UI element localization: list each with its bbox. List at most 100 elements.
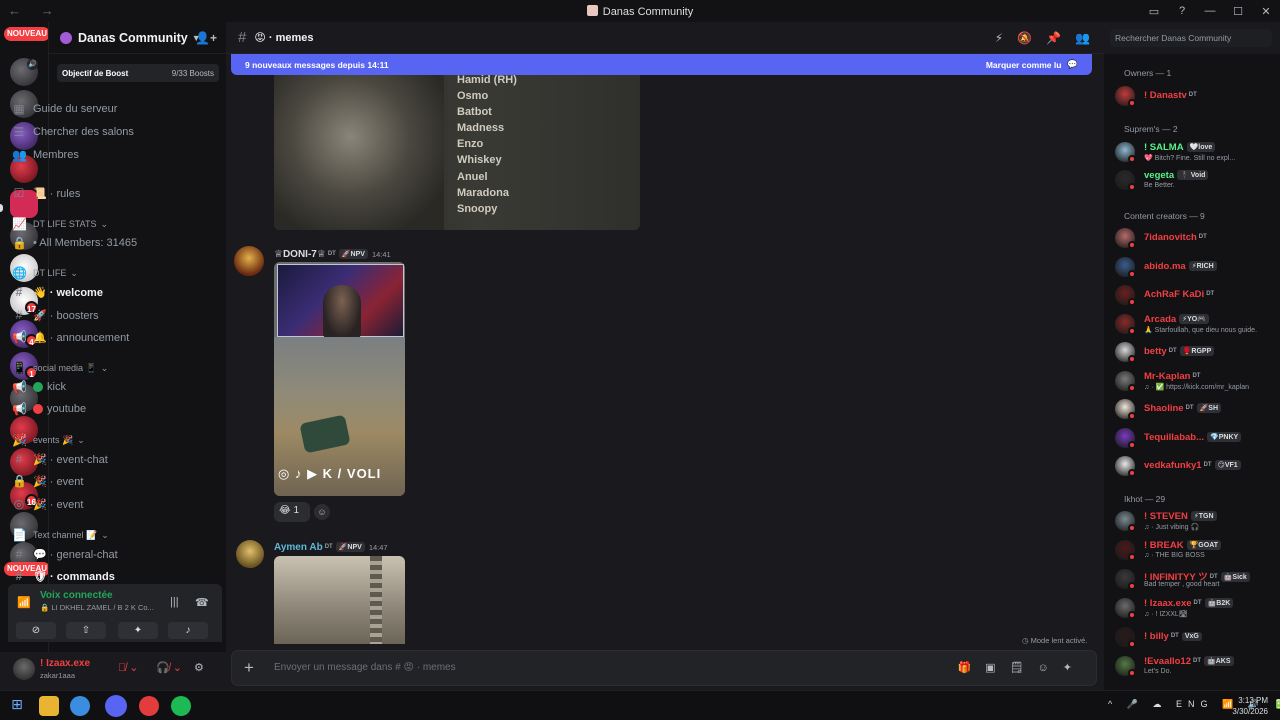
- voice-status[interactable]: Voix connectée: [40, 590, 113, 601]
- member-name[interactable]: ! STEVEN: [1144, 511, 1188, 522]
- member-row[interactable]: Mr-Kaplan DT ♫ · ✅ https://kick.com/mr_kap…: [1113, 369, 1275, 393]
- server-tag[interactable]: 🥊RGPP: [1179, 346, 1215, 356]
- category-stats[interactable]: 📈 DT LIFE STATS ⌄: [12, 214, 108, 234]
- server-tag[interactable]: 🤖AKS: [1204, 656, 1234, 666]
- member-name[interactable]: ! BREAK: [1144, 540, 1184, 551]
- activities-button[interactable]: ✦: [118, 622, 158, 639]
- message-author[interactable]: ♕DONI-7♕: [274, 249, 326, 260]
- invite-icon[interactable]: 👤+: [195, 31, 217, 45]
- message-composer[interactable]: + Envoyer un message dans # 😡 · memes 🎁▣…: [231, 650, 1097, 686]
- avatar[interactable]: [13, 658, 35, 680]
- category-life[interactable]: 🌐 DT LIFE ⌄: [12, 263, 78, 283]
- server-tag[interactable]: 🤖B2K: [1204, 598, 1234, 608]
- inbox-icon[interactable]: ▭: [1140, 5, 1168, 18]
- member-name[interactable]: betty: [1144, 346, 1167, 357]
- member-row[interactable]: vedkafunky1 DT 😏VF1: [1113, 454, 1275, 478]
- server-guide-item[interactable]: ▦ Guide du serveur: [12, 99, 117, 119]
- server-tag[interactable]: 🚀NPV: [338, 249, 368, 259]
- noise-icon[interactable]: |||: [170, 596, 179, 608]
- avatar[interactable]: [234, 246, 264, 276]
- minimize-icon[interactable]: —: [1196, 5, 1224, 17]
- server-tag[interactable]: VxG: [1181, 632, 1202, 641]
- server-tag[interactable]: 🕴 Void: [1177, 170, 1209, 180]
- mute-mic-icon[interactable]: 🎙̸ ⌄: [118, 661, 139, 674]
- composer-placeholder[interactable]: Envoyer un message dans # 😡 · memes: [274, 662, 456, 673]
- member-row[interactable]: AchRaF KaDi DT: [1113, 283, 1275, 307]
- app-icon[interactable]: [139, 696, 159, 716]
- member-row[interactable]: 7idanovitch DT: [1113, 226, 1275, 250]
- server-tag[interactable]: ⚡YO🎮: [1179, 313, 1209, 324]
- avatar[interactable]: [236, 540, 264, 568]
- category-social[interactable]: 📱 social media 📱 ⌄: [12, 358, 108, 378]
- member-row[interactable]: ! INFINITYY ツ DT 🤖Sick Bad temper , good he…: [1113, 567, 1275, 591]
- server-tag[interactable]: 🏆GOAT: [1186, 540, 1222, 550]
- settings-icon[interactable]: ⚙: [194, 661, 204, 674]
- new-badge-top[interactable]: NOUVEAU: [4, 27, 51, 41]
- member-name[interactable]: abido.ma: [1144, 261, 1186, 272]
- member-name[interactable]: vedkafunky1: [1144, 460, 1202, 471]
- voice-channel[interactable]: 🔒 LI DKHEL ZAMEL / B 2 K Co...: [40, 603, 158, 612]
- server-tag[interactable]: 💎PNKY: [1207, 431, 1242, 442]
- channel-event[interactable]: 🔒 🎉 · event: [12, 471, 83, 491]
- screen-share-button[interactable]: ⇧: [66, 622, 106, 639]
- language-indicator[interactable]: ENG: [1176, 699, 1214, 709]
- member-name[interactable]: Shaoline: [1144, 403, 1184, 414]
- mark-read-button[interactable]: Marquer comme lu: [986, 60, 1062, 70]
- maximize-icon[interactable]: ☐: [1224, 5, 1252, 18]
- member-row[interactable]: abido.ma ⚡RICH: [1113, 255, 1275, 279]
- channel-welcome[interactable]: # 👋 · welcome: [12, 282, 103, 302]
- file-explorer-icon[interactable]: [39, 696, 59, 716]
- clock[interactable]: 3:13 PM 3/30/2026: [1232, 695, 1268, 717]
- member-name[interactable]: Arcada: [1144, 314, 1176, 325]
- member-row[interactable]: Arcada ⚡YO🎮 🙏 Starfoullah, que dieu nous g…: [1113, 312, 1275, 336]
- server-tag[interactable]: 🤍love: [1186, 142, 1216, 152]
- pin-icon[interactable]: 📌: [1046, 31, 1061, 45]
- server-tag[interactable]: 🚀SH: [1196, 403, 1222, 413]
- channel-all-members[interactable]: 🔒 • All Members: 31465: [12, 233, 137, 253]
- member-row[interactable]: ! BREAK 🏆GOAT ♫ · THE BIG BOSS: [1113, 538, 1275, 562]
- channel-kick[interactable]: 📢 kick: [12, 377, 66, 397]
- spotify-icon[interactable]: [171, 696, 191, 716]
- threads-icon[interactable]: ⚡: [995, 31, 1003, 45]
- channel-event-stage[interactable]: ◎ 🎉 · event: [12, 494, 84, 514]
- message-image[interactable]: ◎ ♪ ▶ K / VOLI: [274, 262, 405, 496]
- message-image[interactable]: [274, 556, 405, 644]
- channel-general-chat[interactable]: # 💬 · general-chat: [12, 544, 118, 564]
- browser-icon[interactable]: [70, 696, 90, 716]
- member-row[interactable]: Shaoline DT 🚀SH: [1113, 397, 1275, 421]
- category-text[interactable]: 📄 Text channel 📝 ⌄: [12, 525, 109, 545]
- server-tag[interactable]: 🤖Sick: [1220, 572, 1250, 582]
- server-tag[interactable]: 😏VF1: [1214, 460, 1241, 470]
- new-messages-bar[interactable]: 9 nouveaux messages depuis 14:11 Marquer…: [231, 54, 1092, 75]
- members-item[interactable]: 👥 Membres: [12, 145, 79, 165]
- member-row[interactable]: ! Danastv DT: [1113, 84, 1275, 108]
- add-reaction-icon[interactable]: ☺: [314, 504, 330, 520]
- upload-icon[interactable]: +: [244, 658, 254, 678]
- composer-tools[interactable]: 🎁▣🗒☺✦: [957, 661, 1086, 674]
- member-name[interactable]: !Evaallo12: [1144, 656, 1191, 667]
- member-row[interactable]: ! SALMA 🤍love 💖 Bitch? Fine. Still no expl…: [1113, 140, 1275, 164]
- channel-rules[interactable]: ☑ 📜 · rules: [12, 183, 81, 203]
- member-name[interactable]: ! billy: [1144, 631, 1169, 642]
- discord-icon[interactable]: [105, 695, 127, 717]
- server-tag[interactable]: ⚡TGN: [1190, 511, 1217, 521]
- channel-announcement[interactable]: 📢 🔔 · announcement: [12, 327, 129, 347]
- member-row[interactable]: ! STEVEN ⚡TGN ♫ · Just vibing 🎧: [1113, 509, 1275, 533]
- windows-icon[interactable]: ⊞: [7, 696, 27, 716]
- member-list-icon[interactable]: 👥: [1075, 31, 1090, 45]
- server-tag[interactable]: 🚀NPV: [335, 542, 365, 552]
- member-name[interactable]: ! Izaax.exe: [1144, 598, 1192, 609]
- channel-event-chat[interactable]: # 🎉 · event-chat: [12, 449, 108, 469]
- member-row[interactable]: vegeta 🕴 Void Be Better.: [1113, 168, 1275, 192]
- channel-boosters[interactable]: # 🚀 · boosters: [12, 305, 99, 325]
- close-icon[interactable]: ✕: [1252, 5, 1280, 18]
- disconnect-icon[interactable]: ☎: [195, 596, 209, 609]
- reaction-pill[interactable]: 😂 1: [274, 502, 310, 522]
- soundboard-button[interactable]: ♪: [168, 622, 208, 639]
- message-author[interactable]: Aymen Ab: [274, 542, 323, 553]
- boost-goal[interactable]: Objectif de Boost 9/33 Boosts: [57, 64, 219, 82]
- notifications-muted-icon[interactable]: 🔕: [1017, 31, 1032, 45]
- member-row[interactable]: ! billy DT VxG: [1113, 625, 1275, 649]
- member-name[interactable]: Tequillabab...: [1144, 432, 1204, 443]
- channel-commands[interactable]: # 🛡 · commands: [12, 566, 115, 586]
